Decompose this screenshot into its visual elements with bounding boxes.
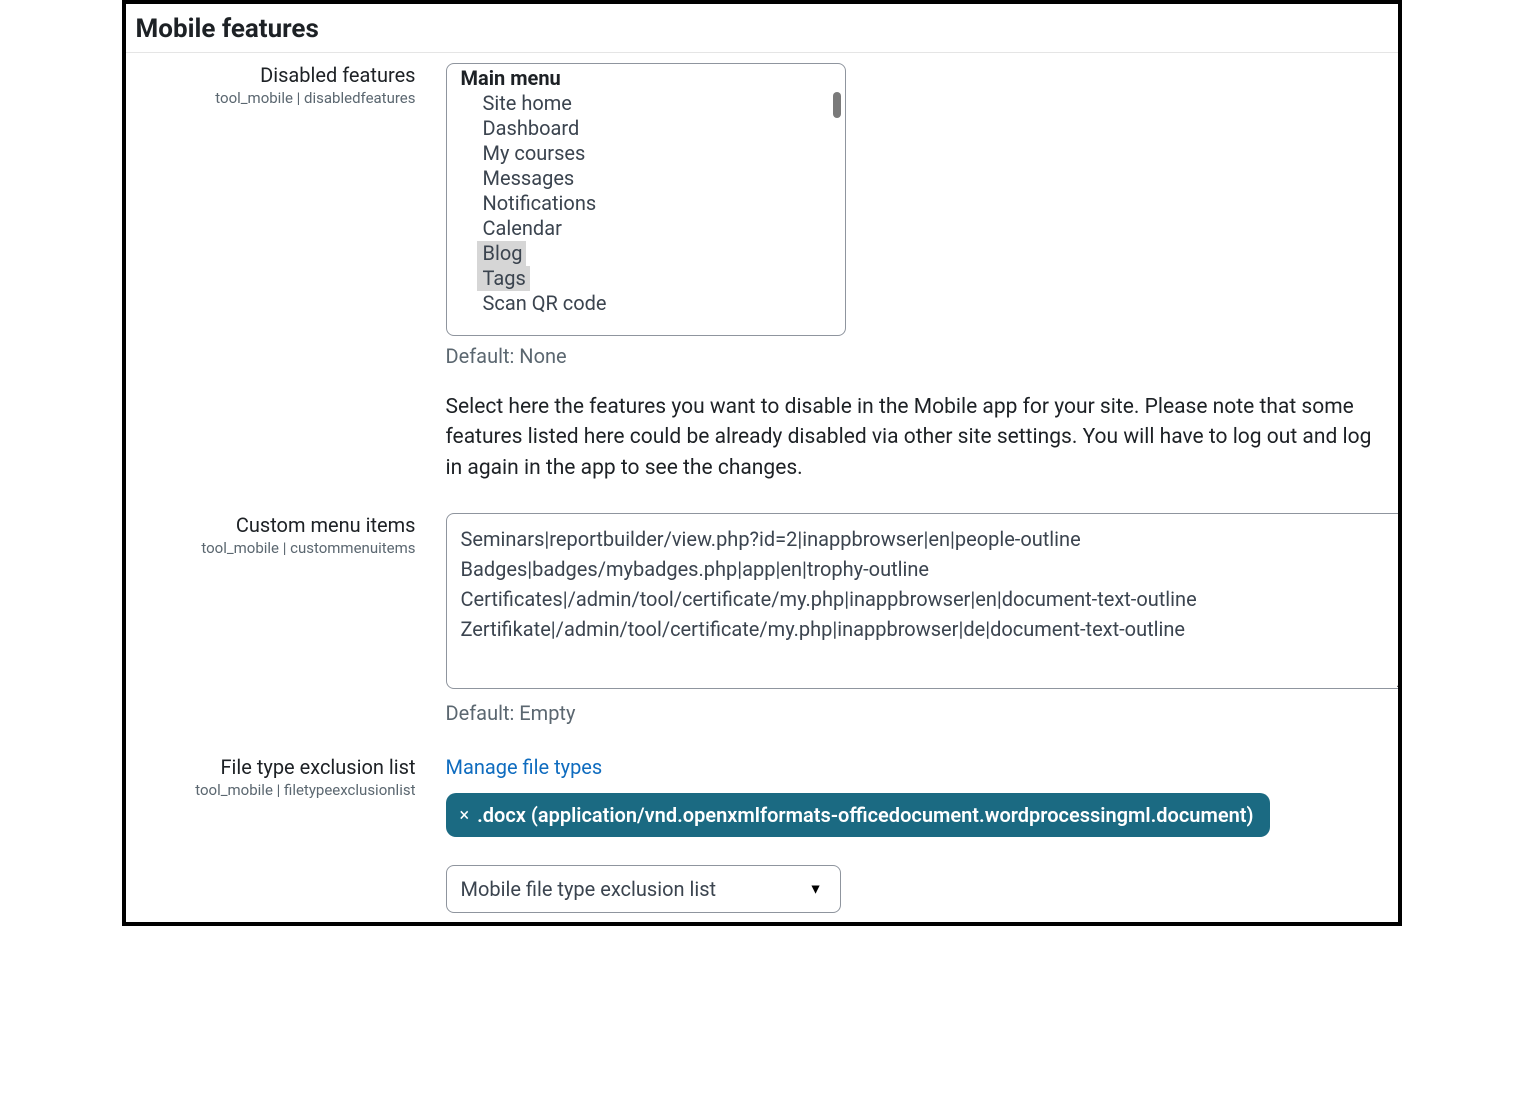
divider <box>126 52 1398 53</box>
listbox-group-label: Main menu <box>457 66 835 91</box>
disabled-features-listbox[interactable]: Main menu Site home Dashboard My courses… <box>446 63 846 336</box>
listbox-option[interactable]: Notifications <box>457 191 835 216</box>
listbox-option-selected[interactable]: Tags <box>477 266 530 291</box>
disabled-features-default: Default: None <box>446 344 1388 368</box>
custom-menu-default: Default: Empty <box>446 701 1402 725</box>
control-column: Default: Empty <box>446 513 1402 725</box>
filetypes-setting-id: tool_mobile | filetypeexclusionlist <box>136 781 416 799</box>
listbox-option[interactable]: Dashboard <box>457 116 835 141</box>
custom-menu-textarea[interactable] <box>446 513 1402 689</box>
disabled-features-description: Select here the features you want to dis… <box>446 392 1388 483</box>
page-title: Mobile features <box>126 4 1398 52</box>
listbox-option[interactable]: Site home <box>457 91 835 116</box>
filetype-chip-label: .docx (application/vnd.openxmlformats-of… <box>477 803 1253 827</box>
control-column: Manage file types × .docx (application/v… <box>446 755 1388 926</box>
filetype-select-placeholder: Mobile file type exclusion list <box>461 877 717 901</box>
listbox-option[interactable]: Scan QR code <box>457 291 835 316</box>
filetype-chip: × .docx (application/vnd.openxmlformats-… <box>446 793 1270 837</box>
label-column: File type exclusion list tool_mobile | f… <box>136 755 446 799</box>
listbox-option[interactable]: Messages <box>457 166 835 191</box>
filetype-select-wrap: Mobile file type exclusion list ▼ <box>446 865 841 913</box>
control-column: Main menu Site home Dashboard My courses… <box>446 63 1388 483</box>
setting-row-filetypes: File type exclusion list tool_mobile | f… <box>126 755 1398 926</box>
setting-row-custom-menu: Custom menu items tool_mobile | customme… <box>126 513 1398 725</box>
label-column: Disabled features tool_mobile | disabled… <box>136 63 446 107</box>
setting-row-disabled-features: Disabled features tool_mobile | disabled… <box>126 63 1398 483</box>
disabled-features-label: Disabled features <box>136 63 416 87</box>
filetypes-default: Default: None <box>446 923 1388 926</box>
filetype-select[interactable]: Mobile file type exclusion list <box>446 865 841 913</box>
disabled-features-setting-id: tool_mobile | disabledfeatures <box>136 89 416 107</box>
listbox-option-selected[interactable]: Blog <box>477 241 527 266</box>
listbox-option[interactable]: My courses <box>457 141 835 166</box>
label-column: Custom menu items tool_mobile | customme… <box>136 513 446 557</box>
listbox-option[interactable]: Calendar <box>457 216 835 241</box>
settings-window: Mobile features Disabled features tool_m… <box>122 0 1402 926</box>
filetypes-label: File type exclusion list <box>136 755 416 779</box>
remove-filetype-icon[interactable]: × <box>460 805 470 826</box>
manage-file-types-link[interactable]: Manage file types <box>446 755 603 779</box>
custom-menu-label: Custom menu items <box>136 513 416 537</box>
scrollbar-thumb[interactable] <box>833 92 841 118</box>
custom-menu-setting-id: tool_mobile | custommenuitems <box>136 539 416 557</box>
